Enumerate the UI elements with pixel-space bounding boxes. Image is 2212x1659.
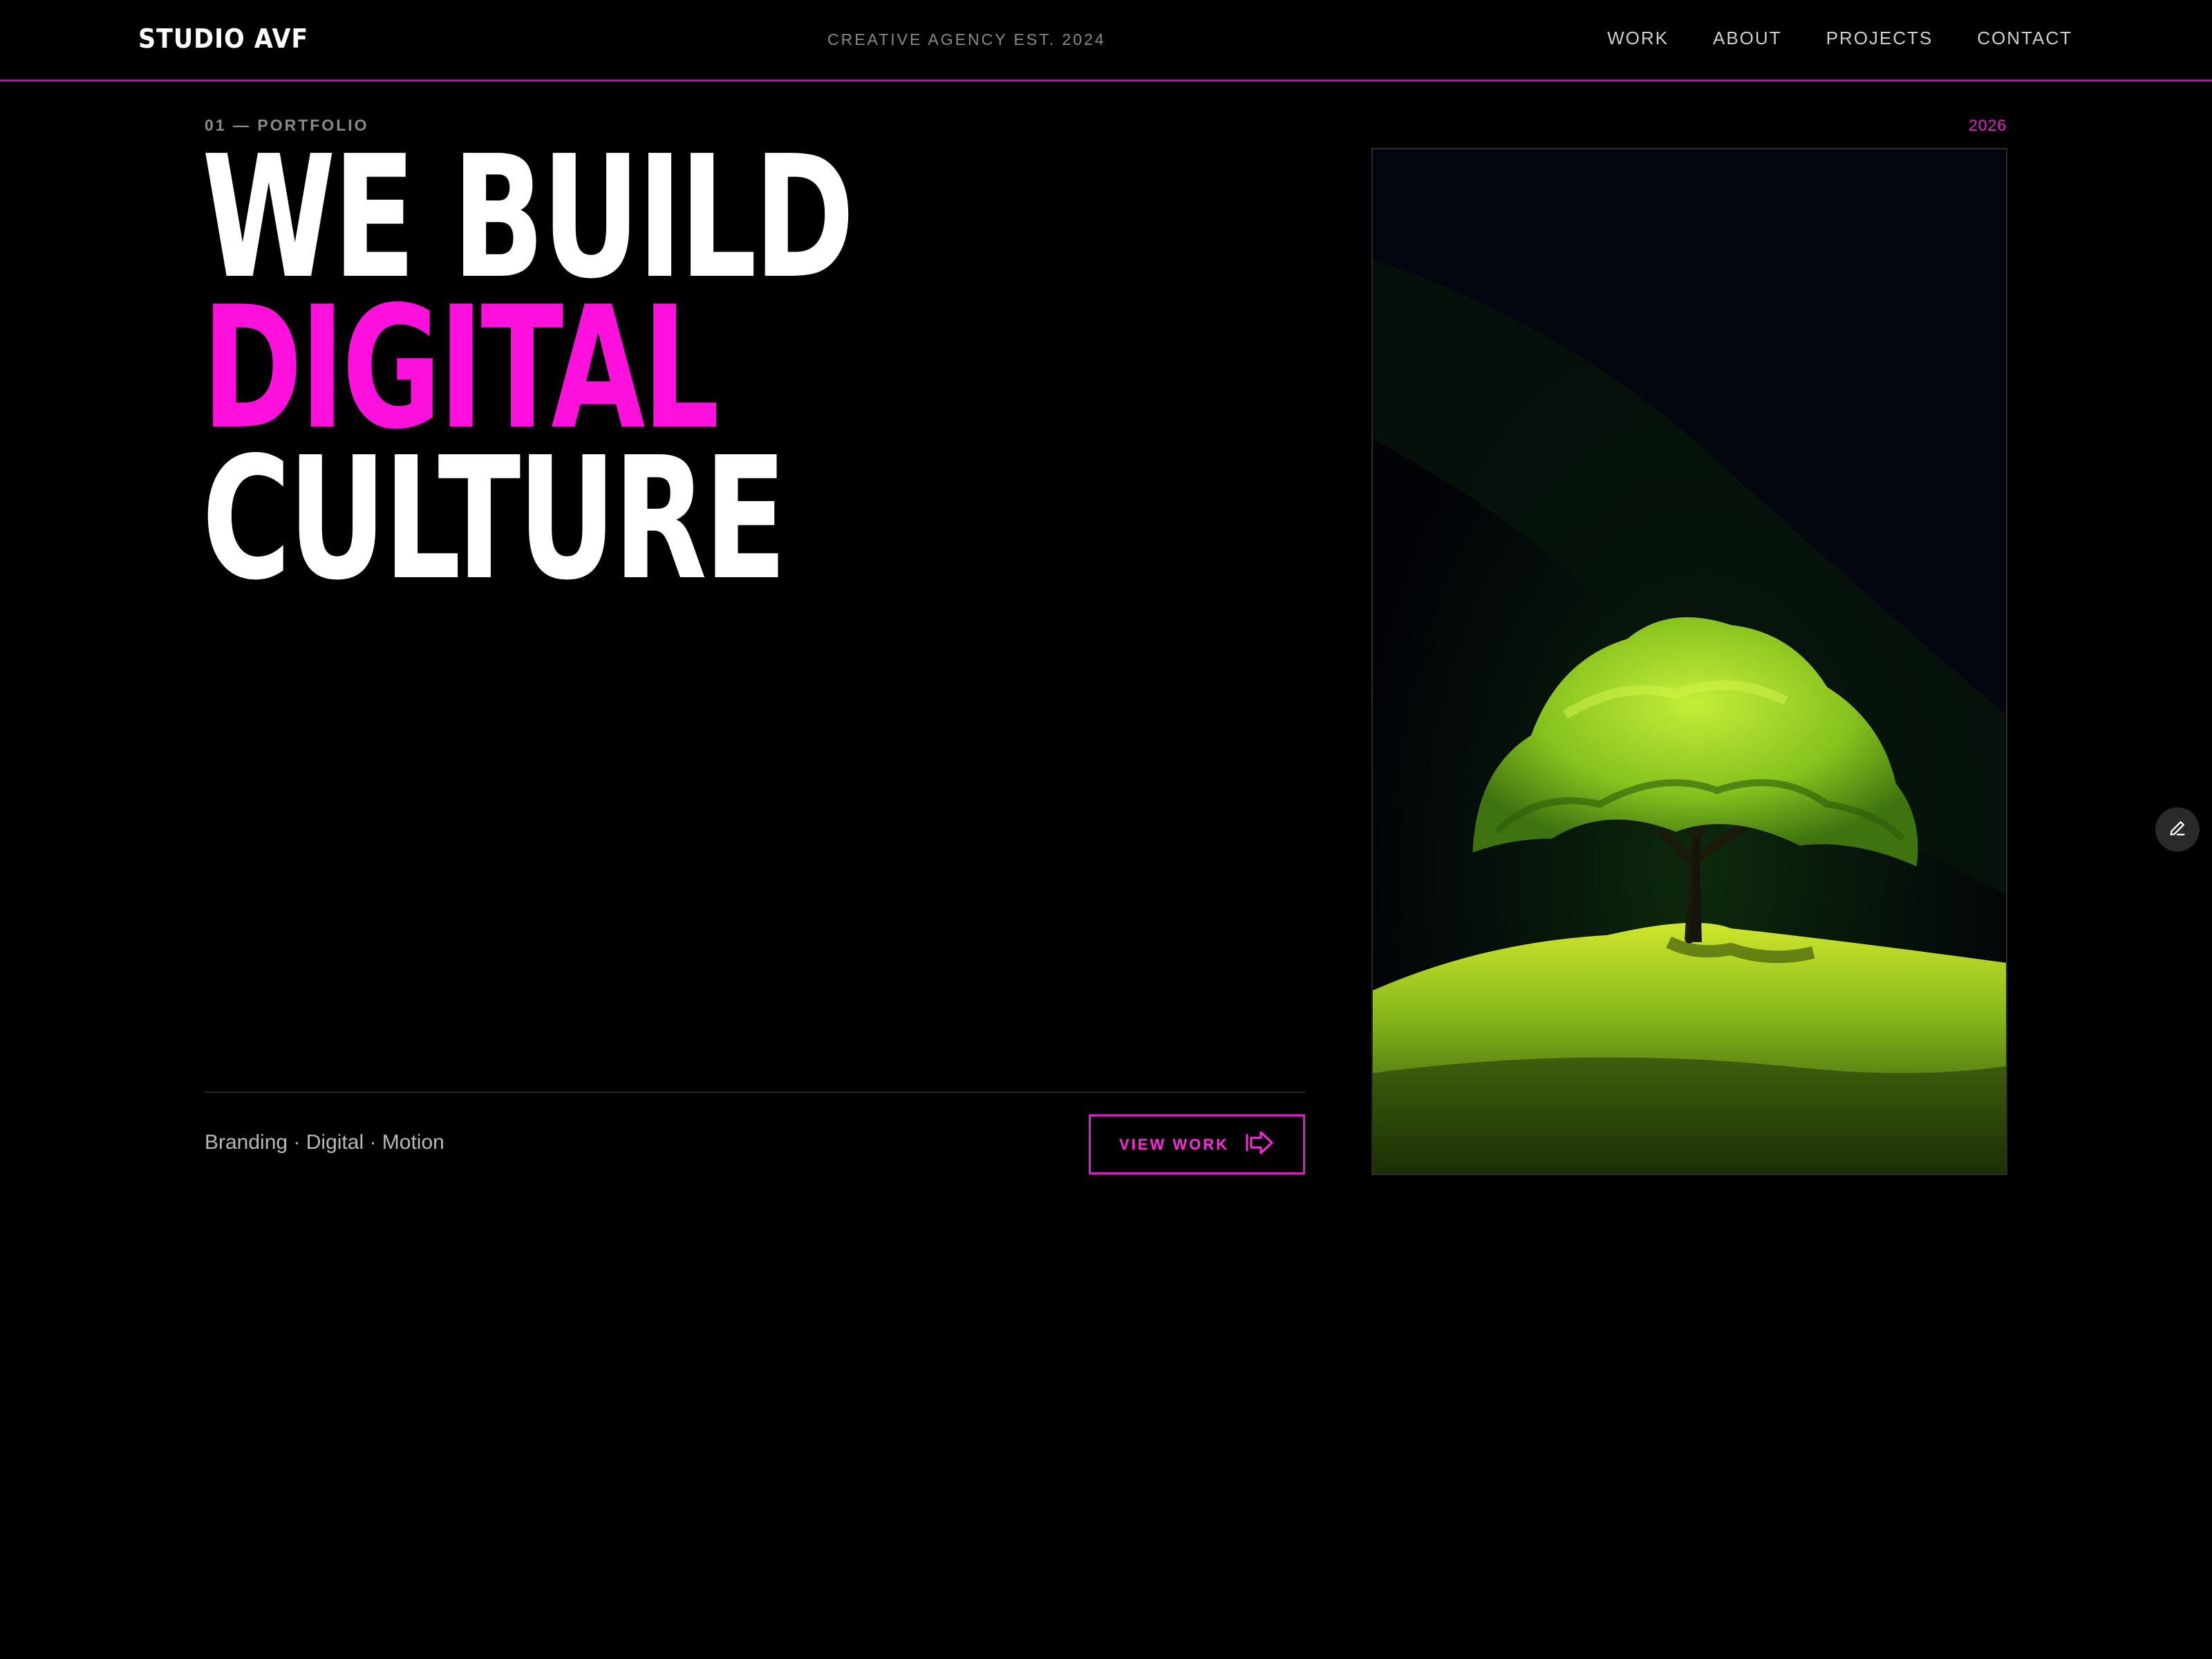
tree-landscape-image [1373, 149, 2006, 1174]
hero-headline: WE BUILD DIGITAL CULTURE [202, 133, 854, 617]
hero-image [1371, 148, 2007, 1175]
services-list: Branding · Digital · Motion [205, 1131, 444, 1154]
divider [205, 1091, 1305, 1093]
nav-link-about[interactable]: ABOUT [1713, 28, 1782, 49]
main-nav: WORK ABOUT PROJECTS CONTACT [1607, 28, 2072, 49]
nav-link-projects[interactable]: PROJECTS [1826, 28, 1933, 49]
edit-button[interactable] [2155, 807, 2200, 852]
brand-logo[interactable]: STUDIO AVF [138, 24, 308, 54]
nav-link-contact[interactable]: CONTACT [1977, 28, 2072, 49]
view-work-button[interactable]: VIEW WORK [1089, 1114, 1305, 1174]
header-tagline: CREATIVE AGENCY EST. 2024 [827, 30, 1106, 48]
site-header: STUDIO AVF CREATIVE AGENCY EST. 2024 WOR… [0, 0, 2212, 82]
nav-link-work[interactable]: WORK [1607, 28, 1669, 49]
pencil-icon [2168, 818, 2187, 841]
arrow-right-icon [1244, 1129, 1275, 1160]
year-label: 2026 [1968, 116, 2007, 134]
headline-line-3: CULTURE [202, 421, 787, 617]
view-work-label: VIEW WORK [1119, 1135, 1229, 1153]
